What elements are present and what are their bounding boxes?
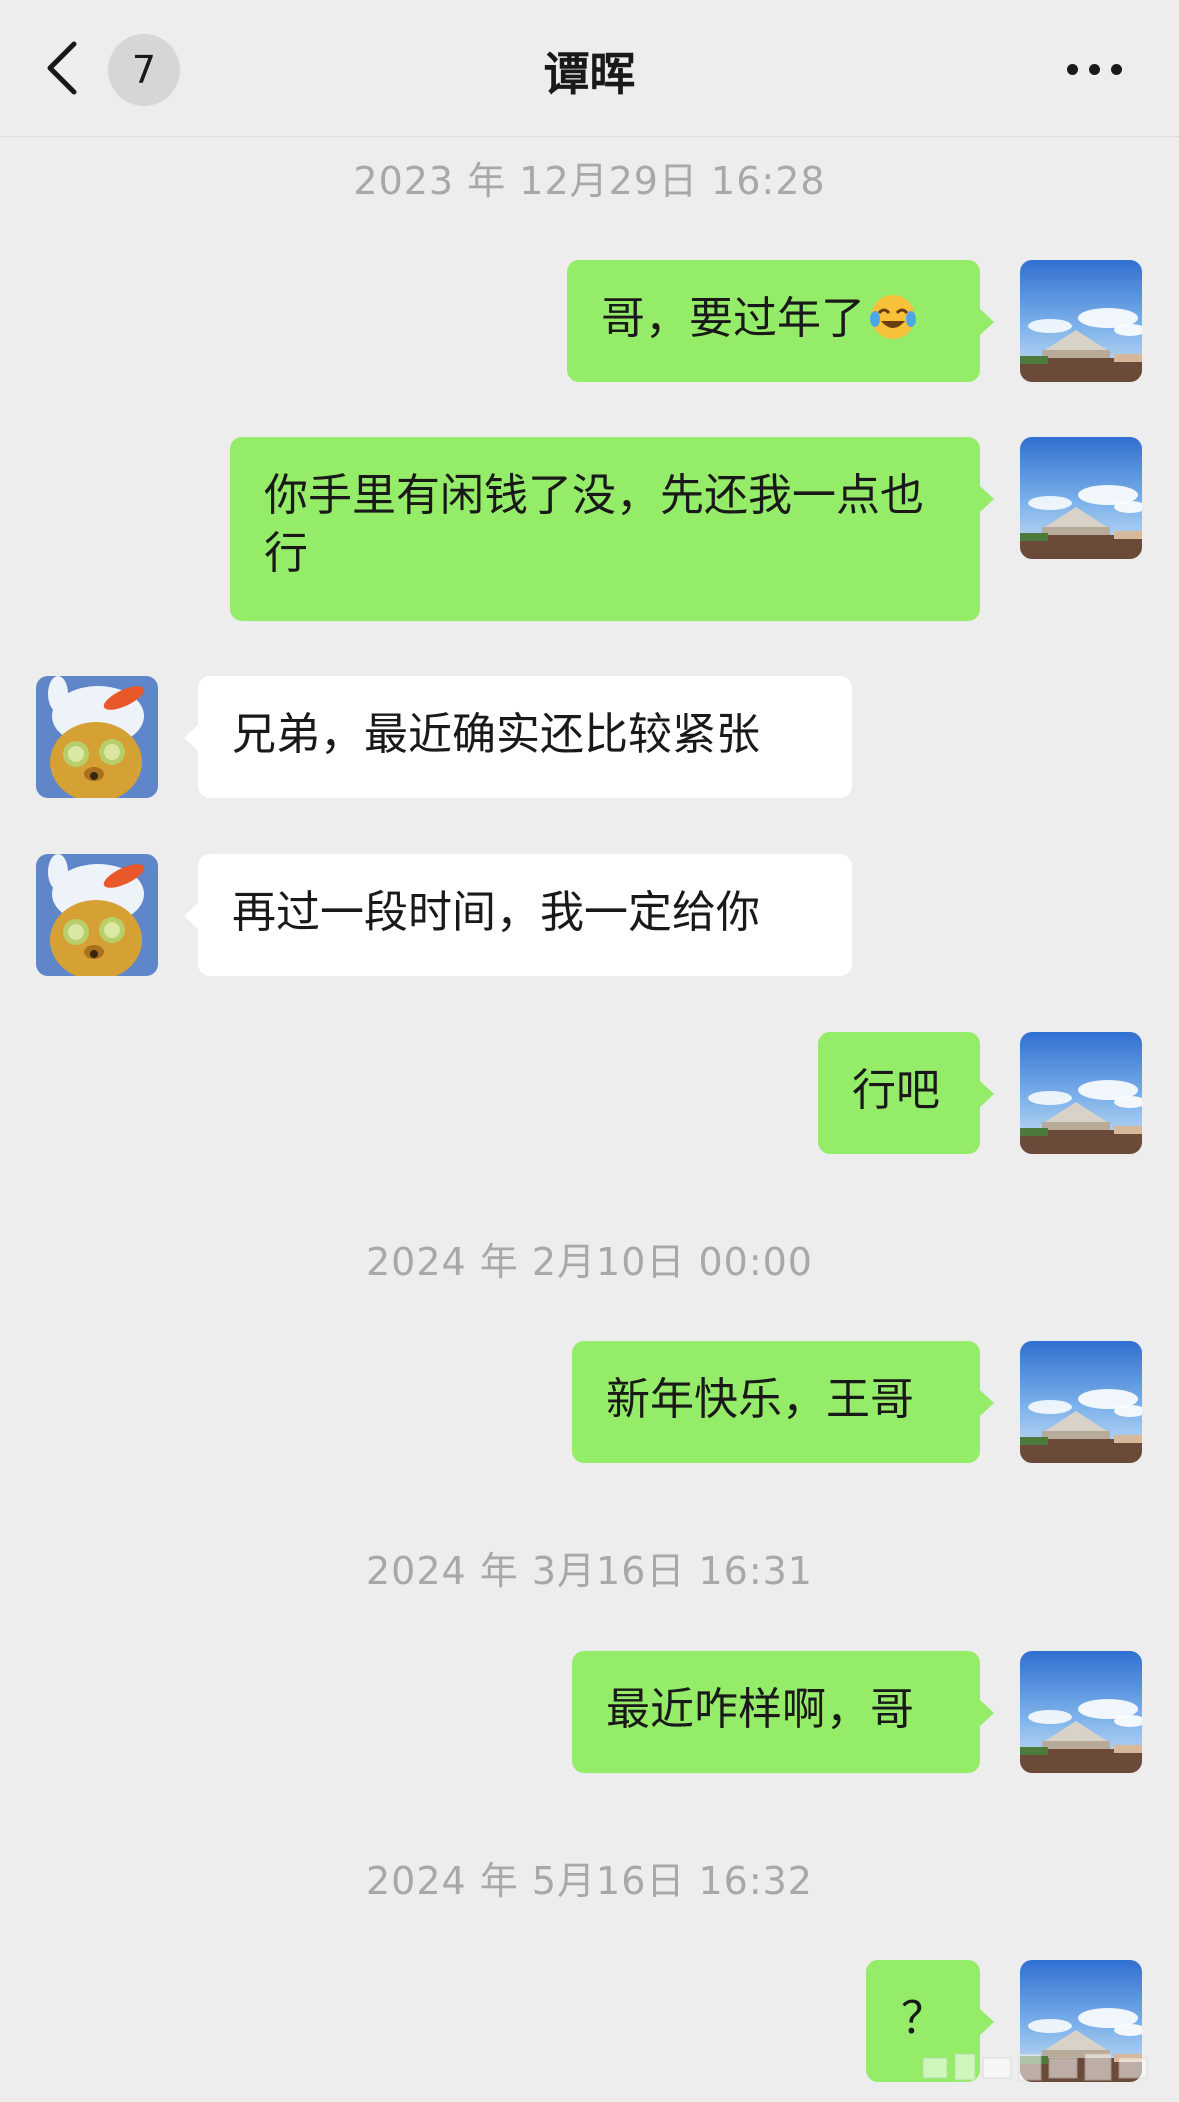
message-text: ？ xyxy=(901,1993,945,2044)
my-avatar[interactable] xyxy=(1020,260,1142,382)
message-bubble-incoming[interactable]: 再过一段时间，我一定给你 xyxy=(184,854,852,976)
my-avatar[interactable] xyxy=(1020,1032,1142,1154)
timestamp: 2024 年 3月16日 16:31 xyxy=(366,1549,813,1593)
landscape-avatar-icon xyxy=(1020,1032,1142,1154)
teddy-bear-avatar-icon xyxy=(36,676,158,798)
teddy-bear-avatar-icon xyxy=(36,854,158,976)
message-text: 新年快乐，王哥 xyxy=(606,1374,914,1425)
landscape-avatar-icon xyxy=(1020,437,1142,559)
laughing-crying-emoji-icon xyxy=(870,295,916,339)
message-bubble-outgoing[interactable]: 新年快乐，王哥 xyxy=(572,1341,994,1463)
more-horizontal-icon[interactable] xyxy=(1067,64,1123,76)
landscape-avatar-icon xyxy=(1020,260,1142,382)
message-text: 哥，要过年了 xyxy=(601,293,865,344)
message-text: 最近咋样啊，哥 xyxy=(606,1684,914,1735)
watermark-icon xyxy=(922,2053,1148,2081)
my-avatar[interactable] xyxy=(1020,437,1142,559)
message-text: 行吧 xyxy=(852,1065,940,1116)
landscape-avatar-icon xyxy=(1020,1651,1142,1773)
message-bubble-outgoing[interactable]: 哥，要过年了 xyxy=(567,260,994,382)
message-bubble-outgoing[interactable]: 你手里有闲钱了没，先还我一点也行 xyxy=(230,437,994,621)
message-text: 再过一段时间，我一定给你 xyxy=(232,887,760,938)
message-bubble-outgoing[interactable]: 最近咋样啊，哥 xyxy=(572,1651,994,1773)
landscape-avatar-icon xyxy=(1020,1341,1142,1463)
my-avatar[interactable] xyxy=(1020,1341,1142,1463)
message-text: 你手里有闲钱了没，先还我一点也行 xyxy=(264,470,924,579)
chat-title: 谭晖 xyxy=(543,47,636,101)
message-bubble-incoming[interactable]: 兄弟，最近确实还比较紧张 xyxy=(184,676,852,798)
contact-avatar[interactable] xyxy=(36,676,158,798)
nav-bar: 7 谭晖 xyxy=(0,0,1179,137)
message-text: 兄弟，最近确实还比较紧张 xyxy=(232,709,760,760)
message-bubble-outgoing[interactable]: 行吧 xyxy=(818,1032,994,1154)
timestamp: 2024 年 5月16日 16:32 xyxy=(366,1859,813,1903)
timestamp: 2024 年 2月10日 00:00 xyxy=(366,1240,813,1284)
contact-avatar[interactable] xyxy=(36,854,158,976)
timestamp: 2023 年 12月29日 16:28 xyxy=(353,159,826,203)
my-avatar[interactable] xyxy=(1020,1651,1142,1773)
